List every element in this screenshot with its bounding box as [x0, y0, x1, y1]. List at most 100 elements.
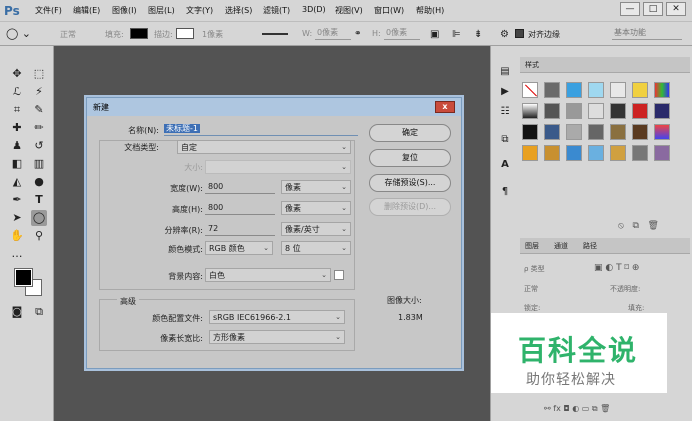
eraser-icon[interactable]: ◧	[9, 156, 25, 172]
height-input[interactable]: 0像素	[384, 27, 420, 40]
lasso-icon[interactable]: ℒ	[9, 84, 25, 100]
style-swatch[interactable]	[588, 145, 604, 161]
workspace-select[interactable]: 基本功能	[612, 27, 682, 40]
document-type-select[interactable]: 自定 ⌄	[177, 140, 351, 154]
style-swatch[interactable]	[544, 82, 560, 98]
move-icon[interactable]: ✥	[9, 66, 25, 82]
style-swatch[interactable]	[610, 82, 626, 98]
style-swatch[interactable]	[588, 124, 604, 140]
zoom-icon[interactable]: ⚲	[31, 228, 47, 244]
style-swatch[interactable]	[544, 145, 560, 161]
style-swatch[interactable]	[566, 145, 582, 161]
pen-icon[interactable]: ✒	[9, 192, 25, 208]
tab-channels[interactable]: 通道	[554, 241, 568, 251]
name-input[interactable]: 未标题-1	[164, 122, 358, 136]
style-swatch[interactable]	[522, 103, 538, 119]
style-swatch[interactable]	[632, 82, 648, 98]
menu-image[interactable]: 图像(I)	[112, 5, 137, 16]
tab-styles[interactable]: 样式	[525, 60, 539, 70]
hand-icon[interactable]: ✋	[9, 228, 25, 244]
style-swatch[interactable]	[544, 124, 560, 140]
color-profile-select[interactable]: sRGB IEC61966-2.1 ⌄	[209, 310, 345, 324]
tab-paths[interactable]: 路径	[583, 241, 597, 251]
quick-mask-icon[interactable]: ◙	[9, 304, 25, 320]
stamp-icon[interactable]: ♟	[9, 138, 25, 154]
style-swatch[interactable]	[588, 103, 604, 119]
style-swatch[interactable]	[632, 124, 648, 140]
brush-icon[interactable]: ✏	[31, 120, 47, 136]
tab-layers[interactable]: 图层	[525, 241, 539, 251]
blur-icon[interactable]: ◭	[9, 174, 25, 190]
menu-edit[interactable]: 编辑(E)	[73, 5, 100, 16]
style-swatch[interactable]	[566, 82, 582, 98]
ok-button[interactable]: 确定	[369, 124, 451, 142]
menu-view[interactable]: 视图(V)	[335, 5, 363, 16]
menu-filter[interactable]: 滤镜(T)	[263, 5, 290, 16]
background-content-select[interactable]: 白色 ⌄	[205, 268, 331, 282]
path-select-icon[interactable]: ➤	[9, 210, 25, 226]
style-swatch[interactable]	[610, 124, 626, 140]
magic-wand-icon[interactable]: ⚡	[31, 84, 47, 100]
menu-help[interactable]: 帮助(H)	[416, 5, 444, 16]
style-swatch[interactable]	[632, 103, 648, 119]
width-input[interactable]: 800	[205, 180, 275, 194]
style-swatch[interactable]	[610, 145, 626, 161]
dialog-title-bar[interactable]: 新建 x	[87, 98, 461, 116]
stroke-type-select[interactable]	[262, 33, 288, 35]
ellipse-tool-preset-icon[interactable]: ◯ ⌄	[6, 27, 31, 40]
height-input[interactable]: 800	[205, 201, 275, 215]
style-swatch[interactable]	[654, 82, 670, 98]
layers-footer-icons[interactable]: ⚯ fx ◘ ◐ ▭ ⧉ 🗑	[544, 404, 610, 414]
menu-3d[interactable]: 3D(D)	[302, 5, 326, 14]
type-icon[interactable]: T	[31, 192, 47, 208]
stroke-swatch[interactable]	[176, 28, 194, 39]
screen-mode-icon[interactable]: ⧉	[31, 304, 47, 320]
style-swatch[interactable]	[566, 124, 582, 140]
dodge-icon[interactable]: ●	[31, 174, 47, 190]
ellipse-icon[interactable]: ◯	[31, 210, 47, 226]
save-preset-button[interactable]: 存储预设(S)...	[369, 174, 451, 192]
fill-swatch[interactable]	[130, 28, 148, 39]
play-icon[interactable]: ▶	[498, 85, 512, 99]
adjustments-icon[interactable]: ☷	[498, 105, 512, 119]
reset-button[interactable]: 复位	[369, 149, 451, 167]
advanced-toggle[interactable]: 高级	[117, 296, 139, 307]
style-swatch[interactable]	[654, 145, 670, 161]
dialog-close-button[interactable]: x	[435, 101, 455, 113]
shape-mode-select[interactable]: 正常	[60, 29, 76, 40]
styles-footer-icons[interactable]: ⦸ ⧉ 🗑	[618, 221, 659, 231]
width-input[interactable]: 0像素	[315, 27, 351, 40]
style-swatch[interactable]	[588, 82, 604, 98]
menu-layer[interactable]: 图层(L)	[148, 5, 175, 16]
path-arrangement-icon[interactable]: ⇟	[474, 29, 482, 40]
healing-icon[interactable]: ✚	[9, 120, 25, 136]
style-swatch[interactable]	[522, 145, 538, 161]
style-swatch[interactable]	[654, 103, 670, 119]
bit-depth-select[interactable]: 8 位 ⌄	[281, 241, 351, 255]
foreground-color-swatch[interactable]	[14, 268, 33, 287]
marquee-icon[interactable]: ⬚	[31, 66, 47, 82]
size-select[interactable]: ⌄	[205, 160, 351, 174]
character-icon[interactable]: A	[498, 158, 512, 172]
gear-icon[interactable]: ⚙	[500, 29, 509, 40]
crop-icon[interactable]: ⌗	[9, 102, 25, 118]
menu-file[interactable]: 文件(F)	[35, 5, 62, 16]
gradient-icon[interactable]: ▥	[31, 156, 47, 172]
layer-kind-filter[interactable]: ρ 类型	[524, 264, 545, 274]
blend-mode-select[interactable]: 正常	[524, 284, 538, 294]
width-unit-select[interactable]: 像素 ⌄	[281, 180, 351, 194]
style-swatch[interactable]	[654, 124, 670, 140]
style-swatch[interactable]	[610, 103, 626, 119]
style-swatch[interactable]	[566, 103, 582, 119]
menu-type[interactable]: 文字(Y)	[186, 5, 213, 16]
resolution-input[interactable]: 72	[205, 222, 275, 236]
eyedropper-icon[interactable]: ✎	[31, 102, 47, 118]
color-mode-select[interactable]: RGB 颜色 ⌄	[205, 241, 273, 255]
path-operations-icon[interactable]: ▣	[430, 29, 439, 40]
style-swatch[interactable]	[632, 145, 648, 161]
style-swatch[interactable]	[522, 124, 538, 140]
close-window-button[interactable]: ✕	[666, 2, 686, 16]
layer-filter-icons[interactable]: ▣ ◐ T ⌑ ⊕	[594, 263, 639, 273]
history-brush-icon[interactable]: ↺	[31, 138, 47, 154]
link-icon[interactable]: ⚭	[354, 29, 362, 39]
